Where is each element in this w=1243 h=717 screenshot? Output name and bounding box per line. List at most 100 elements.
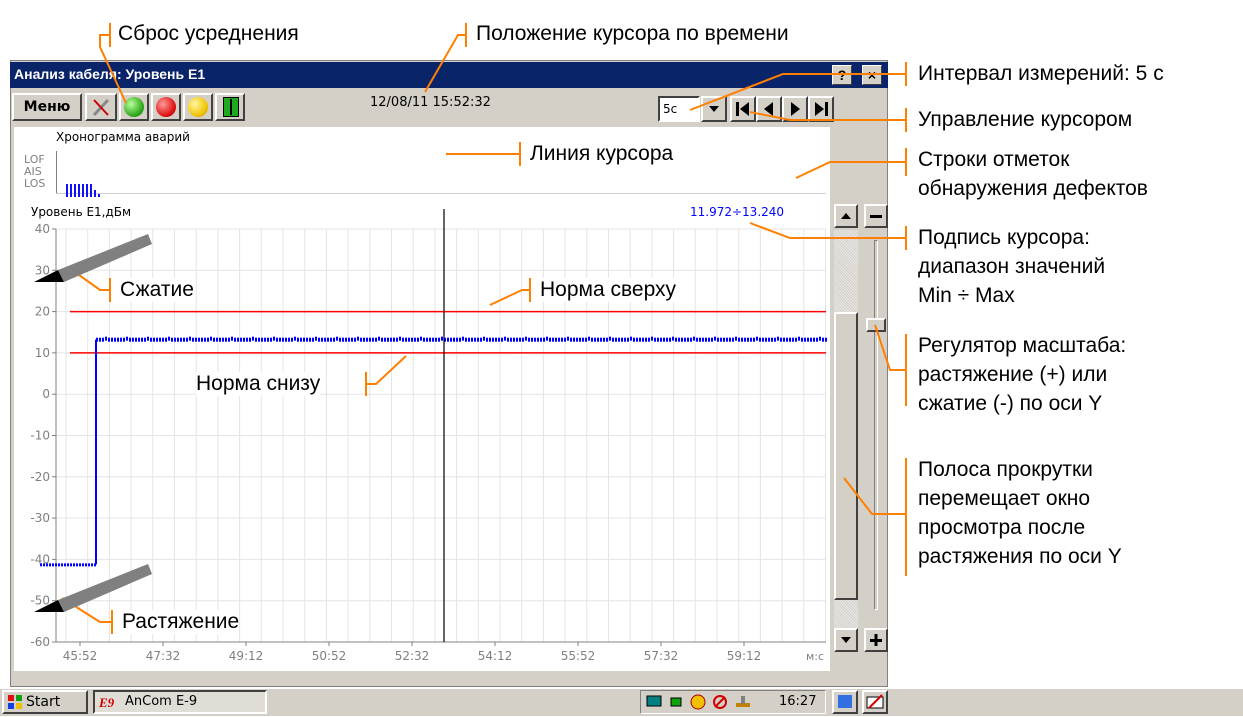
annotation-scrollbar-4: растяжения по оси Y xyxy=(918,545,1122,568)
annotation-norm-top: Норма сверху xyxy=(540,278,677,302)
series-point xyxy=(723,337,725,342)
series-point xyxy=(414,337,416,342)
window-title-bar: Анализ кабеля: Уровень E1 ? × xyxy=(10,62,888,88)
series-point xyxy=(423,337,425,342)
series-point xyxy=(282,337,284,342)
series-point xyxy=(603,337,605,342)
menu-button[interactable]: Меню xyxy=(12,93,82,121)
series-point xyxy=(606,337,608,342)
series-point xyxy=(522,337,524,342)
interval-select[interactable]: 5с xyxy=(658,96,700,122)
speaker-icon[interactable] xyxy=(689,693,709,711)
series-point xyxy=(207,337,209,342)
series-point xyxy=(216,337,218,342)
series-point xyxy=(627,337,629,342)
series-point xyxy=(141,337,143,342)
series-point xyxy=(774,337,776,342)
series-point xyxy=(618,337,620,342)
close-button[interactable]: × xyxy=(862,65,882,85)
series-point xyxy=(813,337,815,342)
series-point xyxy=(46,563,48,567)
interval-dropdown-button[interactable] xyxy=(701,96,727,122)
input-panel-button[interactable] xyxy=(862,690,888,714)
network-icon[interactable] xyxy=(645,693,665,711)
scroll-down-button[interactable] xyxy=(834,628,858,652)
series-point xyxy=(324,337,326,342)
series-point xyxy=(654,337,656,342)
pause-button[interactable] xyxy=(215,93,245,121)
zoom-in-button[interactable] xyxy=(864,628,888,652)
green-circle-icon xyxy=(124,97,144,117)
cursor-first-button[interactable] xyxy=(730,96,756,122)
series-point xyxy=(537,337,539,342)
annotation-norm-bottom: Норма снизу xyxy=(196,372,321,396)
series-point xyxy=(279,337,281,342)
minus-icon xyxy=(870,215,882,218)
mute-icon[interactable] xyxy=(711,693,731,711)
series-point xyxy=(573,337,575,342)
annotation-compress: Сжатие xyxy=(120,278,194,302)
series-point xyxy=(612,337,614,342)
series-point xyxy=(450,337,452,342)
series-point xyxy=(375,337,377,342)
scroll-up-button[interactable] xyxy=(834,204,858,228)
series-point xyxy=(789,337,791,342)
series-point xyxy=(258,337,260,342)
series-point xyxy=(765,337,767,342)
start-button[interactable]: Start xyxy=(2,690,88,714)
window-title: Анализ кабеля: Уровень E1 xyxy=(14,66,206,82)
series-point xyxy=(579,337,581,342)
series-point xyxy=(309,337,311,342)
settings-tool-button[interactable] xyxy=(85,93,117,121)
series-point xyxy=(225,337,227,342)
series-point xyxy=(732,337,734,342)
yellow-button[interactable] xyxy=(183,93,213,121)
annotation-scrollbar-1: Полоса прокрутки xyxy=(918,458,1093,481)
series-point xyxy=(744,337,746,342)
zoom-out-button[interactable] xyxy=(864,204,888,228)
series-point xyxy=(384,337,386,342)
cursor-prev-button[interactable] xyxy=(756,96,782,122)
vertical-scrollbar-thumb[interactable] xyxy=(834,312,858,600)
series-point xyxy=(702,337,704,342)
cursor-last-button[interactable] xyxy=(808,96,834,122)
series-point xyxy=(666,337,668,342)
series-point xyxy=(480,337,482,342)
series-point xyxy=(231,336,233,341)
series-point xyxy=(102,337,104,342)
taskbar-app-ancom[interactable]: E9 AnCom E-9 xyxy=(93,690,267,714)
y-tick-label: 20 xyxy=(35,305,50,319)
record-button[interactable] xyxy=(151,93,181,121)
alarm-row-los: LOS xyxy=(24,177,46,190)
series-point xyxy=(753,337,755,342)
skip-last-icon xyxy=(815,102,828,116)
series-point xyxy=(591,337,593,342)
zoom-slider-thumb[interactable] xyxy=(866,318,886,332)
usb-icon[interactable] xyxy=(733,693,753,711)
series-point xyxy=(354,337,356,342)
series-point xyxy=(570,337,572,342)
annotation-stretch: Растяжение xyxy=(122,610,240,634)
series-point xyxy=(624,337,626,342)
y-tick-label: 0 xyxy=(42,387,50,401)
series-point xyxy=(672,336,674,341)
power-icon[interactable] xyxy=(667,693,687,711)
series-point xyxy=(150,337,152,342)
alarm-axis xyxy=(56,151,57,193)
series-point xyxy=(594,337,596,342)
series-point xyxy=(564,337,566,342)
series-point xyxy=(264,337,266,342)
y-tick-label: -30 xyxy=(30,511,50,525)
series-point xyxy=(321,337,323,342)
series-point xyxy=(267,337,269,342)
series-point xyxy=(234,337,236,342)
cursor-next-button[interactable] xyxy=(782,96,808,122)
reset-averaging-button[interactable] xyxy=(119,93,149,121)
chevron-down-icon xyxy=(841,637,851,643)
series-point xyxy=(372,337,374,342)
series-point xyxy=(582,337,584,342)
help-button[interactable]: ? xyxy=(832,65,852,85)
desktop-button[interactable] xyxy=(832,690,858,714)
series-point xyxy=(438,337,440,342)
series-point xyxy=(693,336,695,341)
